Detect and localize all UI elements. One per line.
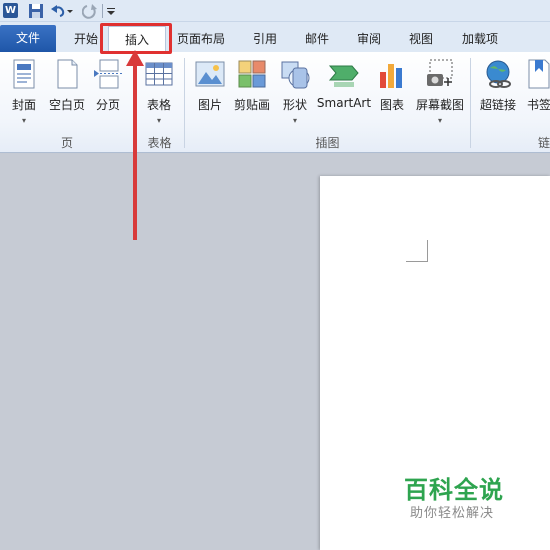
- chevron-down-icon: ▾: [21, 116, 26, 125]
- table-icon: [143, 58, 175, 90]
- group-label-tables: 表格: [147, 136, 172, 150]
- hyperlink-label: 超链接: [479, 98, 516, 112]
- tab-file[interactable]: 文件: [0, 25, 56, 52]
- screenshot-icon: [424, 58, 456, 90]
- save-icon[interactable]: [28, 3, 44, 19]
- bookmark-icon: [523, 58, 550, 90]
- tab-review[interactable]: 审阅: [344, 26, 394, 52]
- picture-icon: [194, 58, 226, 90]
- tab-references[interactable]: 引用: [240, 26, 290, 52]
- smartart-button[interactable]: SmartArt: [316, 56, 372, 132]
- tab-page-layout[interactable]: 页面布局: [170, 26, 232, 52]
- blank-page-label: 空白页: [48, 98, 85, 112]
- bookmark-button[interactable]: 书签: [522, 56, 550, 132]
- group-divider: [470, 58, 471, 148]
- bookmark-label: 书签: [526, 98, 550, 112]
- cover-label: 封面: [11, 98, 36, 112]
- undo-icon[interactable]: [50, 3, 66, 19]
- smartart-icon: [328, 58, 360, 90]
- page-break-icon: [92, 58, 124, 90]
- globe-link-icon: [482, 58, 514, 90]
- clipart-icon: [236, 58, 268, 90]
- ribbon-panel: 封面 ▾ 空白页 分页 页 表格 ▾ 表格 图片 剪贴画 形状 ▾ SmartA…: [0, 52, 550, 153]
- annotation-arrow-shaft: [133, 60, 137, 240]
- group-label-pages: 页: [60, 136, 73, 150]
- picture-label: 图片: [197, 98, 222, 112]
- shapes-icon: [279, 58, 311, 90]
- quick-access-toolbar: W: [0, 0, 550, 22]
- toolbar-divider: [102, 4, 103, 18]
- table-button[interactable]: 表格 ▾: [140, 56, 178, 132]
- clipart-button[interactable]: 剪贴画: [232, 56, 272, 132]
- screenshot-label: 屏幕截图: [415, 98, 464, 112]
- screenshot-button[interactable]: 屏幕截图 ▾: [412, 56, 468, 132]
- cover-page-icon: [8, 58, 40, 90]
- clipart-label: 剪贴画: [233, 98, 270, 112]
- shapes-button[interactable]: 形状 ▾: [278, 56, 312, 132]
- margin-corner-mark: [406, 240, 428, 262]
- customize-icon[interactable]: [106, 3, 116, 19]
- ribbon-tab-bar: 文件 开始 插入 页面布局 引用 邮件 审阅 视图 加载项: [0, 22, 550, 52]
- annotation-arrow-icon: [126, 50, 144, 66]
- blank-page-icon: [51, 58, 83, 90]
- tab-addins[interactable]: 加载项: [450, 26, 510, 52]
- hyperlink-button[interactable]: 超链接: [476, 56, 520, 132]
- picture-button[interactable]: 图片: [192, 56, 228, 132]
- chart-label: 图表: [379, 98, 404, 112]
- chevron-down-icon: ▾: [437, 116, 442, 125]
- shapes-label: 形状: [282, 98, 307, 112]
- blank-page-button[interactable]: 空白页: [46, 56, 88, 132]
- chevron-down-icon: ▾: [156, 116, 161, 125]
- undo-dropdown-icon[interactable]: [66, 3, 74, 19]
- tab-view[interactable]: 视图: [396, 26, 446, 52]
- page-break-label: 分页: [95, 98, 120, 112]
- chevron-down-icon: ▾: [292, 116, 297, 125]
- cover-button[interactable]: 封面 ▾: [4, 56, 44, 132]
- redo-icon[interactable]: [81, 3, 98, 19]
- watermark-title: 百科全说: [404, 476, 504, 504]
- table-label: 表格: [146, 98, 171, 112]
- page-break-button[interactable]: 分页: [90, 56, 126, 132]
- watermark-subtitle: 助你轻松解决: [410, 506, 495, 521]
- smartart-label: SmartArt: [316, 96, 372, 110]
- chart-button[interactable]: 图表: [376, 56, 408, 132]
- group-label-links: 链接: [537, 136, 550, 150]
- tab-mailings[interactable]: 邮件: [292, 26, 342, 52]
- group-label-illustrations: 插图: [315, 136, 340, 150]
- chart-icon: [376, 58, 408, 90]
- word-logo-icon[interactable]: W: [3, 3, 18, 18]
